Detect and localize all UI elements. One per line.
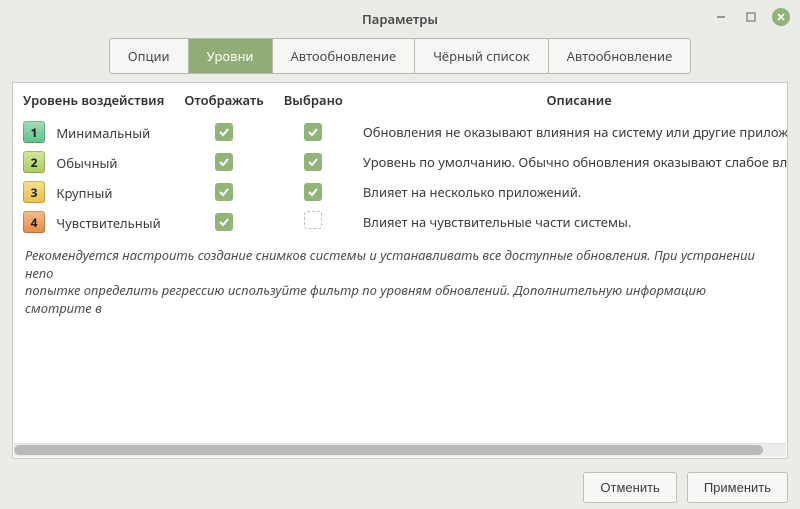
level-badge-2: 2	[23, 151, 45, 173]
table-row[interactable]: 4 Чувствительный Влияет на чувствительны…	[13, 207, 788, 237]
window-title: Параметры	[362, 10, 438, 28]
tab-autoupdate-1[interactable]: Автообновление	[273, 38, 416, 74]
col-display-header[interactable]: Отображать	[174, 83, 273, 117]
level-badge-3: 3	[23, 181, 45, 203]
display-checkbox[interactable]	[215, 123, 233, 141]
recommendation-note: Рекомендуется настроить создание снимков…	[13, 237, 787, 321]
levels-table: Уровень воздействия Отображать Выбрано О…	[13, 83, 788, 237]
display-checkbox[interactable]	[215, 213, 233, 231]
level-badge-4: 4	[23, 211, 45, 233]
level-name: Чувствительный	[56, 214, 160, 232]
close-icon[interactable]	[772, 8, 790, 26]
level-badge-1: 1	[23, 121, 45, 143]
display-checkbox[interactable]	[215, 183, 233, 201]
titlebar: Параметры	[0, 0, 800, 38]
scrollbar-thumb[interactable]	[14, 445, 763, 455]
selected-checkbox[interactable]	[304, 211, 322, 229]
selected-checkbox[interactable]	[304, 123, 322, 141]
horizontal-scrollbar[interactable]	[14, 443, 786, 457]
cancel-button[interactable]: Отменить	[583, 472, 676, 503]
table-row[interactable]: 3 Крупный Влияет на несколько приложений…	[13, 177, 788, 207]
minimize-icon[interactable]	[712, 8, 730, 26]
tab-autoupdate-2[interactable]: Автообновление	[549, 38, 692, 74]
level-description: Обновления не оказывают влияния на систе…	[353, 117, 788, 147]
display-checkbox[interactable]	[215, 153, 233, 171]
col-description-header[interactable]: Описание	[353, 83, 788, 117]
dialog-window: { "title": "Параметры", "tabs": [ { "lab…	[0, 0, 800, 509]
selected-checkbox[interactable]	[304, 153, 322, 171]
table-row[interactable]: 2 Обычный Уровень по умолчанию. Обычно о…	[13, 147, 788, 177]
tab-options[interactable]: Опции	[109, 38, 189, 74]
level-description: Уровень по умолчанию. Обычно обновления …	[353, 147, 788, 177]
panel-filler	[13, 321, 787, 443]
col-level-header[interactable]: Уровень воздействия	[13, 83, 174, 117]
table-row[interactable]: 1 Минимальный Обновления не оказывают вл…	[13, 117, 788, 147]
content-wrap: Уровень воздействия Отображать Выбрано О…	[0, 82, 800, 465]
col-selected-header[interactable]: Выбрано	[274, 83, 353, 117]
apply-button[interactable]: Применить	[687, 472, 788, 503]
level-name: Минимальный	[56, 124, 150, 142]
tab-blacklist[interactable]: Чёрный список	[415, 38, 548, 74]
window-controls	[712, 8, 790, 26]
tab-levels[interactable]: Уровни	[189, 38, 273, 74]
tabbar: Опции Уровни Автообновление Чёрный списо…	[0, 38, 800, 82]
dialog-footer: Отменить Применить	[0, 465, 800, 509]
levels-panel: Уровень воздействия Отображать Выбрано О…	[12, 82, 788, 459]
level-name: Крупный	[56, 184, 112, 202]
level-name: Обычный	[56, 154, 117, 172]
level-description: Влияет на несколько приложений.	[353, 177, 788, 207]
level-description: Влияет на чувствительные части системы.	[353, 207, 788, 237]
maximize-icon[interactable]	[742, 8, 760, 26]
selected-checkbox[interactable]	[304, 183, 322, 201]
